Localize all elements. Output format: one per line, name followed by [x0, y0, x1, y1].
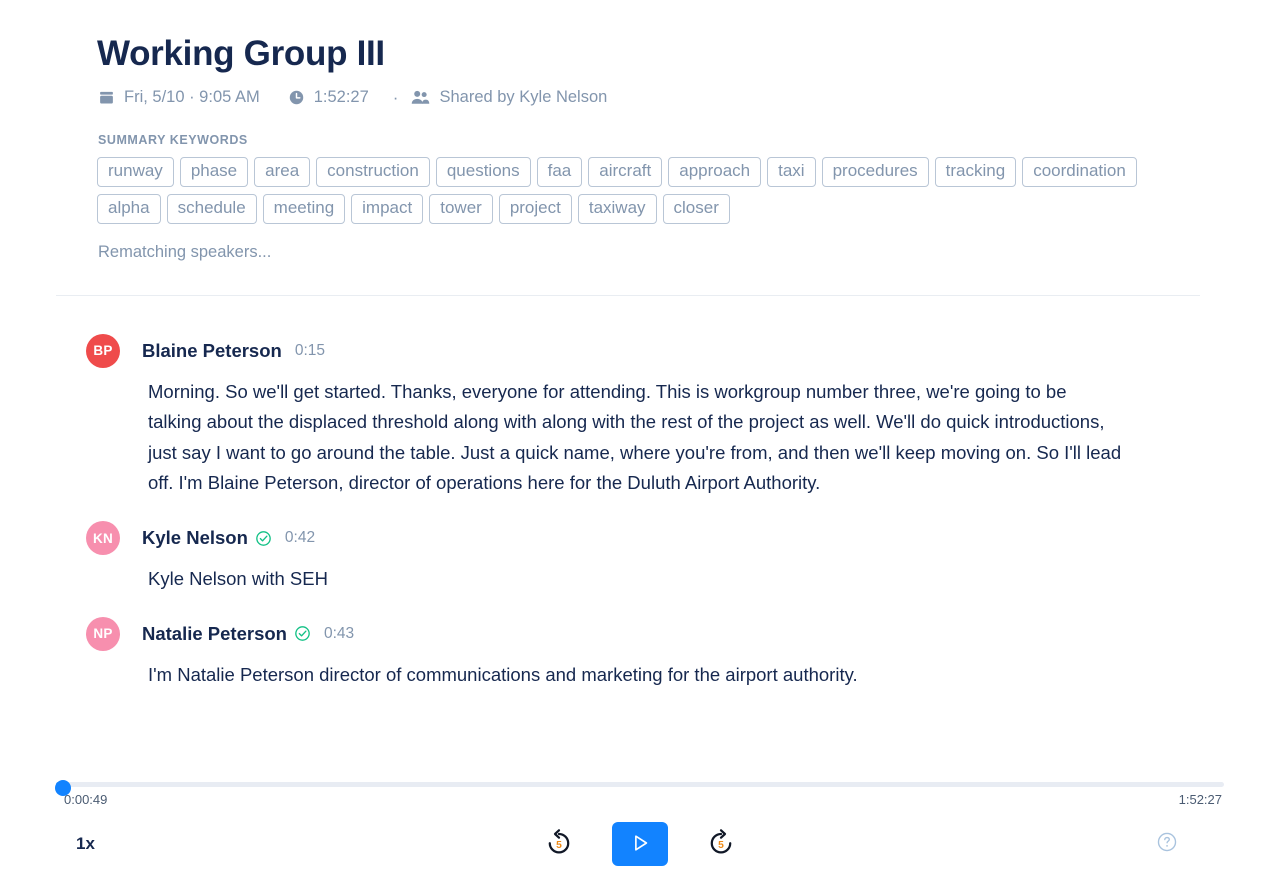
player-controls: 1x 5 5	[0, 819, 1280, 869]
keyword-tag[interactable]: area	[254, 157, 311, 187]
transcript-page: Working Group III Fri, 5/10 · 9:05 AM 1:…	[0, 0, 1280, 872]
svg-text:5: 5	[718, 839, 724, 850]
keyword-tag[interactable]: procedures	[821, 157, 929, 187]
summary-keywords-label: SUMMARY KEYWORDS	[98, 133, 248, 148]
keyword-tag[interactable]: phase	[179, 157, 249, 187]
calendar-icon	[98, 89, 115, 106]
page-title: Working Group III	[97, 34, 385, 73]
verified-check-icon	[294, 625, 311, 642]
keyword-tag[interactable]: project	[498, 193, 572, 224]
keyword-tag[interactable]: tower	[429, 193, 493, 224]
current-time: 0:00:49	[64, 792, 108, 807]
keyword-tag[interactable]: coordination	[1022, 157, 1137, 187]
keyword-tag[interactable]: runway	[97, 157, 174, 187]
rematching-status: Rematching speakers...	[98, 242, 272, 261]
transcript-turn: KN Kyle Nelson 0:42 Kyle Nelson with SEH	[86, 521, 1200, 595]
keyword-tag[interactable]: meeting	[262, 193, 346, 224]
rewind-5-button[interactable]: 5	[544, 828, 574, 861]
avatar[interactable]: BP	[86, 333, 120, 368]
playback-speed-button[interactable]: 1x	[76, 834, 95, 854]
total-time: 1:52:27	[1178, 792, 1222, 807]
avatar[interactable]: KN	[86, 521, 120, 555]
verified-check-icon	[255, 530, 272, 547]
summary-keywords-list: runway phase area construction questions…	[97, 157, 1142, 224]
transcript-turn-header: BP Blaine Peterson 0:15	[86, 333, 1200, 368]
speaker-name[interactable]: Kyle Nelson	[142, 527, 248, 549]
keyword-tag[interactable]: alpha	[97, 193, 161, 224]
play-button[interactable]	[612, 822, 668, 866]
transcript-turn: BP Blaine Peterson 0:15 Morning. So we'l…	[86, 333, 1200, 499]
audio-player: 0:00:49 1:52:27 1x 5 5	[0, 768, 1280, 872]
playback-scrubber[interactable]: 0:00:49 1:52:27	[54, 768, 1224, 807]
keyword-tag[interactable]: taxi	[767, 157, 816, 187]
avatar[interactable]: NP	[86, 616, 120, 651]
speaker-name[interactable]: Natalie Peterson	[142, 623, 287, 645]
turn-text[interactable]: I'm Natalie Peterson director of communi…	[148, 660, 1123, 691]
meeting-duration: 1:52:27	[288, 88, 369, 107]
turn-text[interactable]: Morning. So we'll get started. Thanks, e…	[148, 377, 1123, 499]
play-icon	[629, 832, 651, 857]
keyword-tag[interactable]: faa	[536, 157, 583, 187]
help-button[interactable]	[1156, 831, 1178, 858]
turn-timestamp[interactable]: 0:15	[295, 342, 325, 360]
forward-5-button[interactable]: 5	[706, 828, 736, 861]
transcript-turn-header: NP Natalie Peterson 0:43	[86, 616, 1200, 651]
keyword-tag[interactable]: taxiway	[577, 193, 657, 224]
keyword-tag[interactable]: approach	[668, 157, 762, 187]
meeting-duration-text: 1:52:27	[313, 88, 369, 107]
transcript-turn: NP Natalie Peterson 0:43 I'm Natalie Pet…	[86, 616, 1200, 691]
svg-text:5: 5	[556, 839, 562, 850]
keyword-tag[interactable]: tracking	[934, 157, 1017, 187]
meeting-date: Fri, 5/10 · 9:05 AM	[98, 88, 260, 107]
speaker-name[interactable]: Blaine Peterson	[142, 340, 282, 362]
help-circle-icon	[1156, 831, 1178, 858]
people-icon	[411, 89, 430, 106]
keyword-tag[interactable]: closer	[662, 193, 730, 224]
scrubber-track[interactable]	[56, 782, 1224, 787]
meeting-metadata: Fri, 5/10 · 9:05 AM 1:52:27 · Shared by …	[98, 88, 1200, 107]
turn-timestamp[interactable]: 0:43	[324, 625, 354, 643]
meeting-date-text: Fri, 5/10 · 9:05 AM	[124, 88, 260, 107]
transcript-list: BP Blaine Peterson 0:15 Morning. So we'l…	[0, 296, 1280, 691]
rewind-5-icon: 5	[544, 828, 574, 861]
keyword-tag[interactable]: construction	[316, 157, 430, 187]
scrubber-handle[interactable]	[54, 779, 71, 796]
keyword-tag[interactable]: impact	[351, 193, 424, 224]
keyword-tag[interactable]: questions	[435, 157, 531, 187]
page-header: Working Group III Fri, 5/10 · 9:05 AM 1:…	[0, 0, 1280, 262]
transcript-turn-header: KN Kyle Nelson 0:42	[86, 521, 1200, 555]
forward-5-icon: 5	[706, 828, 736, 861]
keyword-tag[interactable]: schedule	[166, 193, 257, 224]
keyword-tag[interactable]: aircraft	[588, 157, 663, 187]
metadata-separator: ·	[392, 88, 399, 108]
meeting-shared-by: Shared by Kyle Nelson	[411, 88, 607, 107]
clock-icon	[288, 89, 305, 106]
turn-timestamp[interactable]: 0:42	[285, 529, 315, 547]
time-row: 0:00:49 1:52:27	[56, 792, 1224, 807]
turn-text[interactable]: Kyle Nelson with SEH	[148, 564, 1123, 595]
shared-by-text: Shared by Kyle Nelson	[439, 88, 608, 107]
